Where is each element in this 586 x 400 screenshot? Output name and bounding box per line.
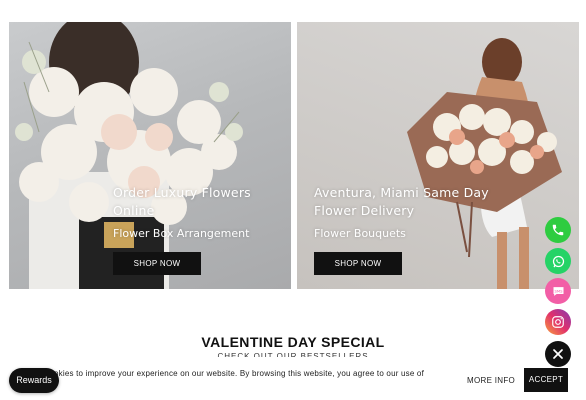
cookie-text: okies to improve your experience on our …: [54, 369, 425, 378]
banner-title-line2: Flower Delivery: [314, 203, 415, 218]
instagram-icon: [552, 316, 564, 328]
banner-flower-box[interactable]: Order Luxury Flowers Online Flower Box A…: [9, 22, 291, 289]
phone-button[interactable]: [545, 217, 571, 243]
banner-text-left: Order Luxury Flowers Online Flower Box A…: [113, 184, 251, 240]
banner-subtitle: Flower Box Arrangement: [113, 227, 250, 240]
more-info-link[interactable]: MORE INFO: [467, 376, 515, 385]
shop-now-button[interactable]: SHOP NOW: [113, 252, 201, 275]
instagram-button[interactable]: [545, 309, 571, 335]
banner-photo-left: [15, 22, 243, 289]
cookie-bar: okies to improve your experience on our …: [0, 357, 586, 400]
section-title: VALENTINE DAY SPECIAL: [201, 334, 385, 350]
sms-icon: SMS: [553, 286, 563, 296]
banner-title: Order Luxury Flowers: [113, 185, 251, 200]
banner-subtitle: Flower Bouquets: [314, 227, 406, 240]
svg-text:SMS: SMS: [554, 289, 563, 293]
sms-button[interactable]: SMS: [545, 278, 571, 304]
page: Order Luxury Flowers Online Flower Box A…: [0, 0, 586, 400]
banner-title-line2: Online: [113, 203, 155, 218]
banner-flower-bouquets[interactable]: Aventura, Miami Same Day Flower Delivery…: [297, 22, 579, 289]
whatsapp-button[interactable]: [545, 248, 571, 274]
banner-text-right: Aventura, Miami Same Day Flower Delivery…: [314, 184, 489, 240]
close-icon: [553, 349, 563, 359]
accept-button[interactable]: ACCEPT: [524, 368, 568, 392]
shop-now-button[interactable]: SHOP NOW: [314, 252, 402, 275]
whatsapp-icon: [552, 255, 564, 267]
phone-icon: [552, 224, 564, 236]
banner-title: Aventura, Miami Same Day: [314, 185, 489, 200]
close-contacts-button[interactable]: [545, 341, 571, 367]
banner-photo-right: [407, 38, 562, 289]
rewards-button[interactable]: Rewards: [9, 368, 59, 393]
